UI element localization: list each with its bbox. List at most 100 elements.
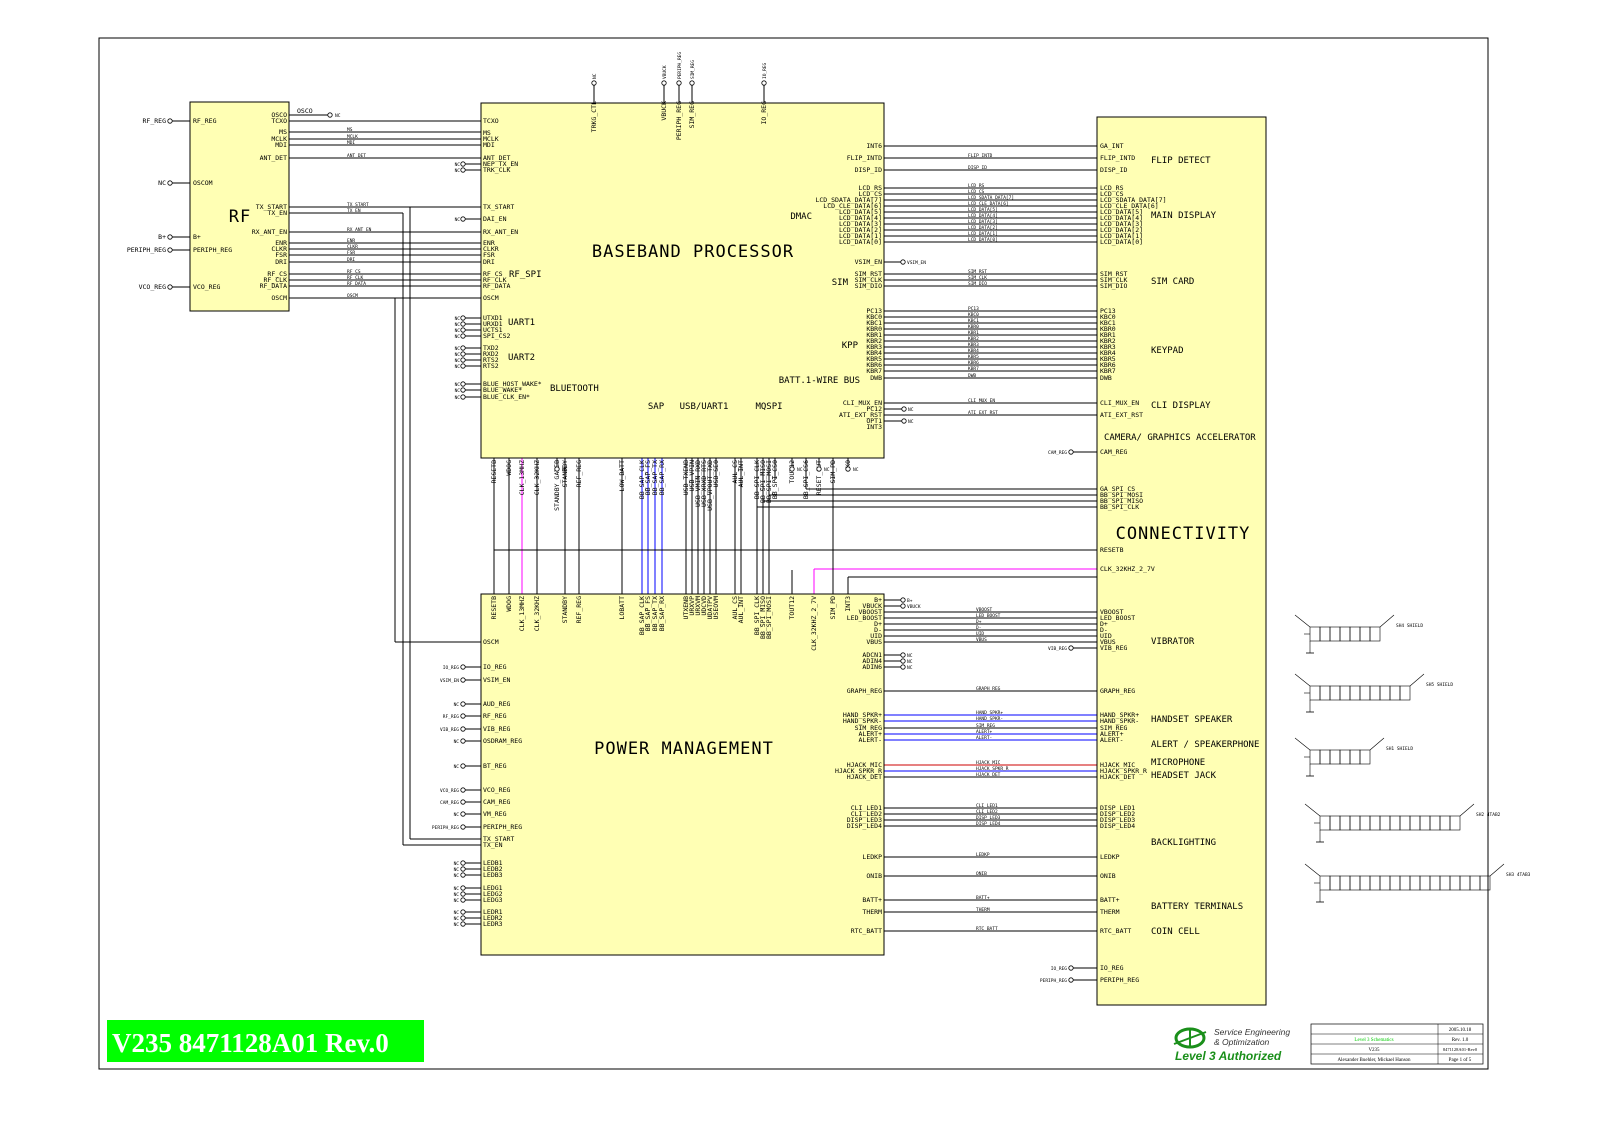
- logo: Service Engineering & Optimization Level…: [1173, 1027, 1290, 1063]
- connectivity-pin-left: RESETB: [1100, 546, 1124, 554]
- nc-label: NC: [335, 113, 341, 119]
- net-label: LCD_DATA[3]: [968, 219, 998, 225]
- power-pin-left: VIB_REG: [483, 725, 510, 733]
- net-label: LEDKP: [976, 852, 990, 858]
- rf-pin-right: RF_DATA: [260, 282, 287, 290]
- power-pin-right: THERM: [862, 908, 882, 916]
- nc-label: NC: [455, 358, 461, 364]
- baseband-pin-bottom: AUL_INT: [737, 460, 745, 487]
- rf-pin-right: RX_ANT_EN: [252, 228, 287, 236]
- power-pin-top: USEOVM: [712, 596, 720, 620]
- power-pin-left: OSDRAM_REG: [483, 737, 522, 745]
- net-label: FSR: [347, 250, 355, 256]
- power-pin-left: IO_REG: [483, 663, 507, 671]
- connectivity-pin-left: PERIPH_REG: [1100, 976, 1139, 984]
- net-label: ALERT-: [976, 735, 992, 741]
- connector-port-icon: [460, 161, 466, 167]
- connectivity-block[interactable]: [1096, 116, 1267, 1006]
- external-net: PERIPH_REG: [677, 52, 683, 79]
- external-net: CAM_REG: [440, 800, 459, 806]
- power-pin-top: BB_SPI_MOSI: [765, 596, 773, 639]
- net-label: RF_CLK: [347, 275, 364, 281]
- connector-port-icon: [460, 664, 466, 670]
- net-label: SIM_DIO: [968, 281, 987, 287]
- logo-line3: Level 3 Authorized: [1175, 1049, 1282, 1063]
- connector-port-icon: [900, 658, 906, 664]
- baseband-section-label: BATT.1-WIRE BUS: [779, 376, 860, 386]
- baseband-pin-top: TRKG_CTL: [590, 101, 598, 132]
- rf-pin-left: RF_REG: [193, 117, 217, 125]
- nc-label: NC: [455, 162, 461, 168]
- power-pin-left: LEDG3: [483, 896, 503, 904]
- connector-port-icon: [460, 860, 466, 866]
- rf-external-net: NC: [158, 179, 166, 187]
- baseband-pin-top: IO_REG: [760, 101, 768, 125]
- shield-label: SH1 SHIELD: [1386, 746, 1413, 752]
- baseband-pin-bottom: STANDBY: [561, 460, 569, 487]
- nc-label: NC: [455, 316, 461, 322]
- power-pin-left: VSIM_EN: [483, 676, 510, 684]
- power-pin-left: VM_REG: [483, 810, 507, 818]
- connector-port-icon: [900, 603, 906, 609]
- shield-footprint: SH3 4TAB3: [1304, 863, 1531, 903]
- nc-label: NC: [853, 467, 859, 473]
- power-pin-right: VBUS: [866, 638, 882, 646]
- connectivity-pin-left: DISP_ID: [1100, 166, 1127, 174]
- connectivity-pin-left: IO_REG: [1100, 964, 1124, 972]
- power-pin-right: BATT+: [862, 896, 882, 904]
- nc-label: NC: [455, 382, 461, 388]
- baseband-pin-left: TX_START: [483, 203, 514, 211]
- rf-external-net: B+: [158, 233, 166, 241]
- rf-title: RF: [229, 207, 251, 227]
- connectivity-pin-left: ATI_EXT_RST: [1100, 411, 1143, 419]
- baseband-section-label: USB/UART1: [680, 402, 729, 412]
- rf-pin-right: TX_EN: [267, 209, 287, 217]
- external-net: NC: [454, 922, 460, 928]
- tb-authors: Alexander Buehler, Mickael Hanson: [1337, 1058, 1411, 1063]
- nc-label: NC: [907, 653, 913, 659]
- baseband-pin-bottom: SIM_PD: [829, 460, 837, 484]
- nc-label: NC: [455, 322, 461, 328]
- baseband-pin-bottom: WDOG: [505, 460, 513, 476]
- connectivity-section-label: MAIN DISPLAY: [1151, 211, 1217, 221]
- net-label: KBR0: [968, 324, 979, 330]
- nc-label: NC: [907, 665, 913, 671]
- net-label: OSCO: [297, 107, 313, 115]
- connector-port-icon: [167, 284, 173, 290]
- baseband-pin-left: MDI: [483, 141, 495, 149]
- net-label: LCD_DATA[1]: [968, 231, 998, 237]
- baseband-pin-left: RX_ANT_EN: [483, 228, 518, 236]
- external-net: PERIPH_REG: [432, 825, 459, 831]
- connectivity-pin-left: LCD_DATA[0]: [1100, 238, 1143, 246]
- connector-port-icon: [460, 345, 466, 351]
- net-label: RF_DATA: [347, 281, 366, 287]
- connectivity-pin-left: VIB_REG: [1100, 644, 1127, 652]
- connector-port-icon: [460, 363, 466, 369]
- power-pin-left: LEDR3: [483, 920, 503, 928]
- external-net: NC: [454, 702, 460, 708]
- connectivity-section-label: CAMERA/ GRAPHICS ACCELERATOR: [1104, 433, 1256, 443]
- connector-port-icon: [789, 466, 795, 472]
- net-label: KBC1: [968, 318, 979, 324]
- net-label: KBR5: [968, 354, 979, 360]
- power-pin-top: STANDBY: [561, 596, 569, 623]
- power-pin-left: LEDB3: [483, 871, 503, 879]
- connectivity-pin-left: FLIP_INTD: [1100, 154, 1135, 162]
- net-label: MS: [347, 127, 353, 133]
- baseband-pin-bottom: BB_SPI_CS0: [771, 460, 779, 499]
- connector-port-icon: [460, 321, 466, 327]
- power-management-block[interactable]: [480, 593, 885, 956]
- net-label: KBC0: [968, 312, 979, 318]
- baseband-pin-bottom: BB_SAP_RX: [658, 460, 666, 495]
- external-net: VIB_REG: [440, 727, 459, 733]
- nc-label: NC: [455, 328, 461, 334]
- connector-port-icon: [1068, 449, 1074, 455]
- nc-label: NC: [562, 467, 568, 473]
- connectivity-section-label: MICROPHONE: [1151, 758, 1205, 768]
- connector-port-icon: [460, 216, 466, 222]
- power-pin-left: RF_REG: [483, 712, 507, 720]
- baseband-section-label: DMAC: [790, 212, 812, 222]
- baseband-pin-right: DWB: [870, 374, 882, 382]
- baseband-pin-right: FLIP_INTD: [847, 154, 882, 162]
- net-label: KBR2: [968, 336, 979, 342]
